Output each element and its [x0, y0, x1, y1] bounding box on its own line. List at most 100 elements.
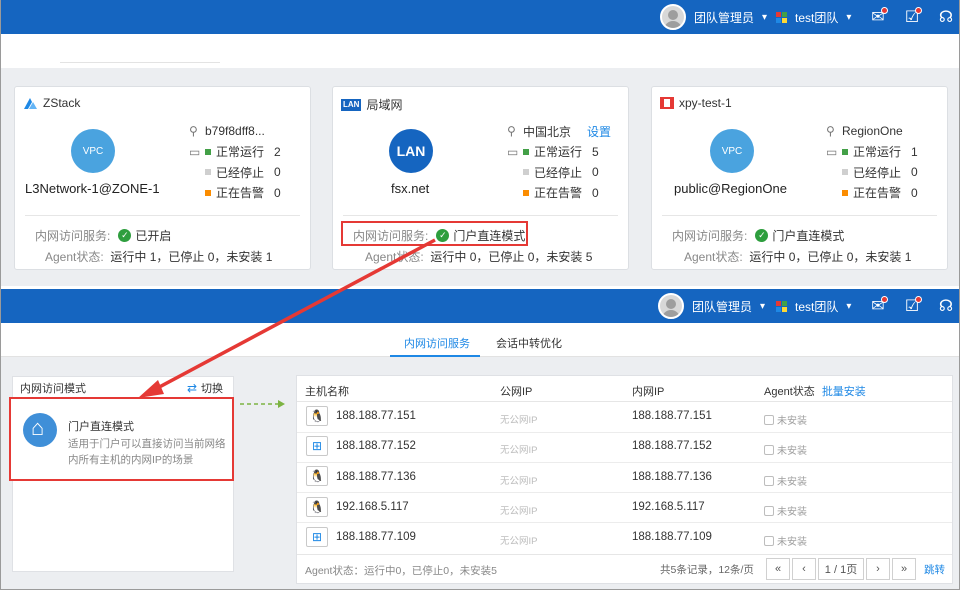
- service-row: 内网访问服务: ✓ 门户直连模式: [672, 229, 845, 243]
- headset-icon[interactable]: ☊: [936, 7, 956, 27]
- top-team-menu[interactable]: test团队 ▾: [776, 0, 851, 34]
- card-divider: [662, 215, 937, 216]
- page-indicator: 1 / 1页: [818, 558, 864, 580]
- switch-arrows-icon: ⇄: [186, 380, 197, 395]
- card-brand: xpy-test-1: [679, 96, 732, 110]
- lan-icon: LAN: [389, 129, 433, 173]
- switch-mode-button[interactable]: ⇄ 切换: [187, 380, 223, 396]
- location-text: b79f8dff8...: [205, 124, 265, 139]
- card-title: LAN 局域网: [341, 96, 402, 113]
- service-value: 门户直连模式: [772, 229, 845, 243]
- agent-status-icon: [764, 506, 774, 516]
- last-page-button[interactable]: »: [892, 558, 916, 580]
- active-tab-underline: [390, 355, 480, 357]
- task-icon[interactable]: ☑: [902, 296, 922, 316]
- user-role-label: 团队管理员: [694, 10, 755, 25]
- host-name[interactable]: 188.188.77.152: [336, 440, 416, 452]
- card-meta: ⚲ RegionOne ▭ 正常运行 1 已经停止 0 正在告警 0: [826, 124, 918, 201]
- check-circle-icon: ✓: [755, 229, 769, 242]
- top-user-menu[interactable]: 团队管理员 ▾: [660, 0, 767, 34]
- agent-status: 未安装: [764, 442, 807, 457]
- monitor-icon: ▭: [507, 144, 519, 159]
- windows-icon: ⊞: [306, 527, 328, 547]
- card-title: ZStack: [23, 96, 80, 110]
- avatar: [658, 293, 684, 319]
- globe-house-icon: [23, 413, 57, 447]
- mail-icon[interactable]: ✉: [868, 7, 888, 27]
- team-grid-icon: [776, 11, 787, 23]
- monitor-icon: ▭: [826, 144, 838, 159]
- agent-status: 未安装: [764, 412, 807, 427]
- agent-status: 未安装: [764, 533, 807, 548]
- row-divider: [297, 462, 952, 463]
- avatar: [660, 4, 686, 30]
- mail-icon[interactable]: ✉: [868, 296, 888, 316]
- vpc-icon: VPC: [71, 129, 115, 173]
- prev-page-button[interactable]: ‹: [792, 558, 816, 580]
- batch-install-link[interactable]: 批量安装: [822, 386, 866, 398]
- location-text: RegionOne: [842, 124, 903, 139]
- host-name[interactable]: 188.188.77.136: [336, 471, 416, 483]
- col-private-ip: 内网IP: [632, 386, 665, 398]
- network-card-zstack[interactable]: ZStack VPC L3Network-1@ZONE-1 ⚲ b79f8dff8…: [14, 86, 311, 270]
- public-ip: 无公网IP: [500, 506, 538, 517]
- direct-mode-card[interactable]: 门户直连模式 适用于门户可以直接访问当前网络内所有主机的内网IP的场景: [9, 397, 234, 481]
- agent-row: Agent状态: 运行中 0，已停止 0，未安装 5: [365, 250, 593, 264]
- row-divider: [297, 492, 952, 493]
- tab-intranet-access[interactable]: 内网访问服务: [404, 335, 470, 351]
- next-page-button[interactable]: ›: [866, 558, 890, 580]
- settings-link[interactable]: 设置: [587, 123, 611, 140]
- service-row: 内网访问服务: ✓ 已开启: [35, 229, 172, 243]
- task-icon[interactable]: ☑: [902, 7, 922, 27]
- linux-icon: 🐧: [306, 406, 328, 426]
- bottom-team-menu[interactable]: test团队 ▾: [776, 289, 851, 323]
- private-ip: 192.168.5.117: [632, 501, 705, 513]
- strip-divider: [60, 62, 220, 63]
- vpc-icon: VPC: [710, 129, 754, 173]
- bottom-header-icons: ✉ ☑ ☊: [868, 289, 956, 323]
- host-name[interactable]: 192.168.5.117: [336, 501, 409, 513]
- lan-logo-icon: LAN: [341, 98, 362, 111]
- headset-icon[interactable]: ☊: [936, 296, 956, 316]
- network-card-xpy[interactable]: xpy-test-1 VPC public@RegionOne ⚲ RegionO…: [651, 86, 948, 270]
- jump-link[interactable]: 跳转: [924, 562, 945, 577]
- record-total: 共5条记录，12条/页: [660, 564, 754, 576]
- location-pin-icon: ⚲: [189, 124, 198, 139]
- network-name: L3Network-1@ZONE-1: [25, 181, 160, 196]
- team-label: test团队: [795, 10, 839, 25]
- host-name[interactable]: 188.188.77.151: [336, 410, 416, 422]
- check-circle-icon: ✓: [118, 229, 132, 242]
- agent-status: 未安装: [764, 473, 807, 488]
- chevron-down-icon: ▾: [846, 11, 852, 23]
- tab-session-relay[interactable]: 会话中转优化: [496, 335, 562, 351]
- card-meta: ⚲ b79f8dff8... ▭ 正常运行 2 已经停止 0 正在告警 0: [189, 124, 281, 201]
- chevron-down-icon: ▾: [846, 300, 852, 312]
- public-ip: 无公网IP: [500, 536, 538, 547]
- bottom-user-menu[interactable]: 团队管理员 ▾: [658, 289, 765, 323]
- linux-icon: 🐧: [306, 466, 328, 486]
- top-header-icons: ✉ ☑ ☊: [868, 0, 956, 34]
- tabs-bar: [1, 323, 959, 357]
- host-name[interactable]: 188.188.77.109: [336, 531, 416, 543]
- agent-row: Agent状态: 运行中 0，已停止 0，未安装 1: [684, 250, 912, 264]
- public-ip: 无公网IP: [500, 415, 538, 426]
- row-divider: [297, 522, 952, 523]
- zstack-logo-icon: [24, 97, 37, 109]
- col-host-name: 主机名称: [305, 386, 349, 398]
- card-brand: ZStack: [43, 96, 81, 110]
- private-ip: 188.188.77.109: [632, 531, 712, 543]
- card-meta: ⚲ 中国北京 设置 ▭ 正常运行 5 已经停止 0 正在告警 0: [507, 123, 612, 201]
- team-grid-icon: [776, 300, 787, 312]
- agent-summary: Agent状态：运行中0，已停止0，未安装5: [305, 565, 497, 577]
- dashed-arrow-icon: [240, 400, 285, 408]
- location-pin-icon: ⚲: [507, 124, 516, 139]
- row-divider: [297, 432, 952, 433]
- chevron-down-icon: ▾: [760, 300, 766, 312]
- linux-icon: 🐧: [306, 497, 328, 517]
- private-ip: 188.188.77.151: [632, 410, 712, 422]
- first-page-button[interactable]: «: [766, 558, 790, 580]
- access-mode-header: 内网访问模式 ⇄ 切换: [13, 377, 233, 399]
- card-divider: [343, 215, 618, 216]
- public-ip: 无公网IP: [500, 445, 538, 456]
- col-public-ip: 公网IP: [500, 386, 533, 398]
